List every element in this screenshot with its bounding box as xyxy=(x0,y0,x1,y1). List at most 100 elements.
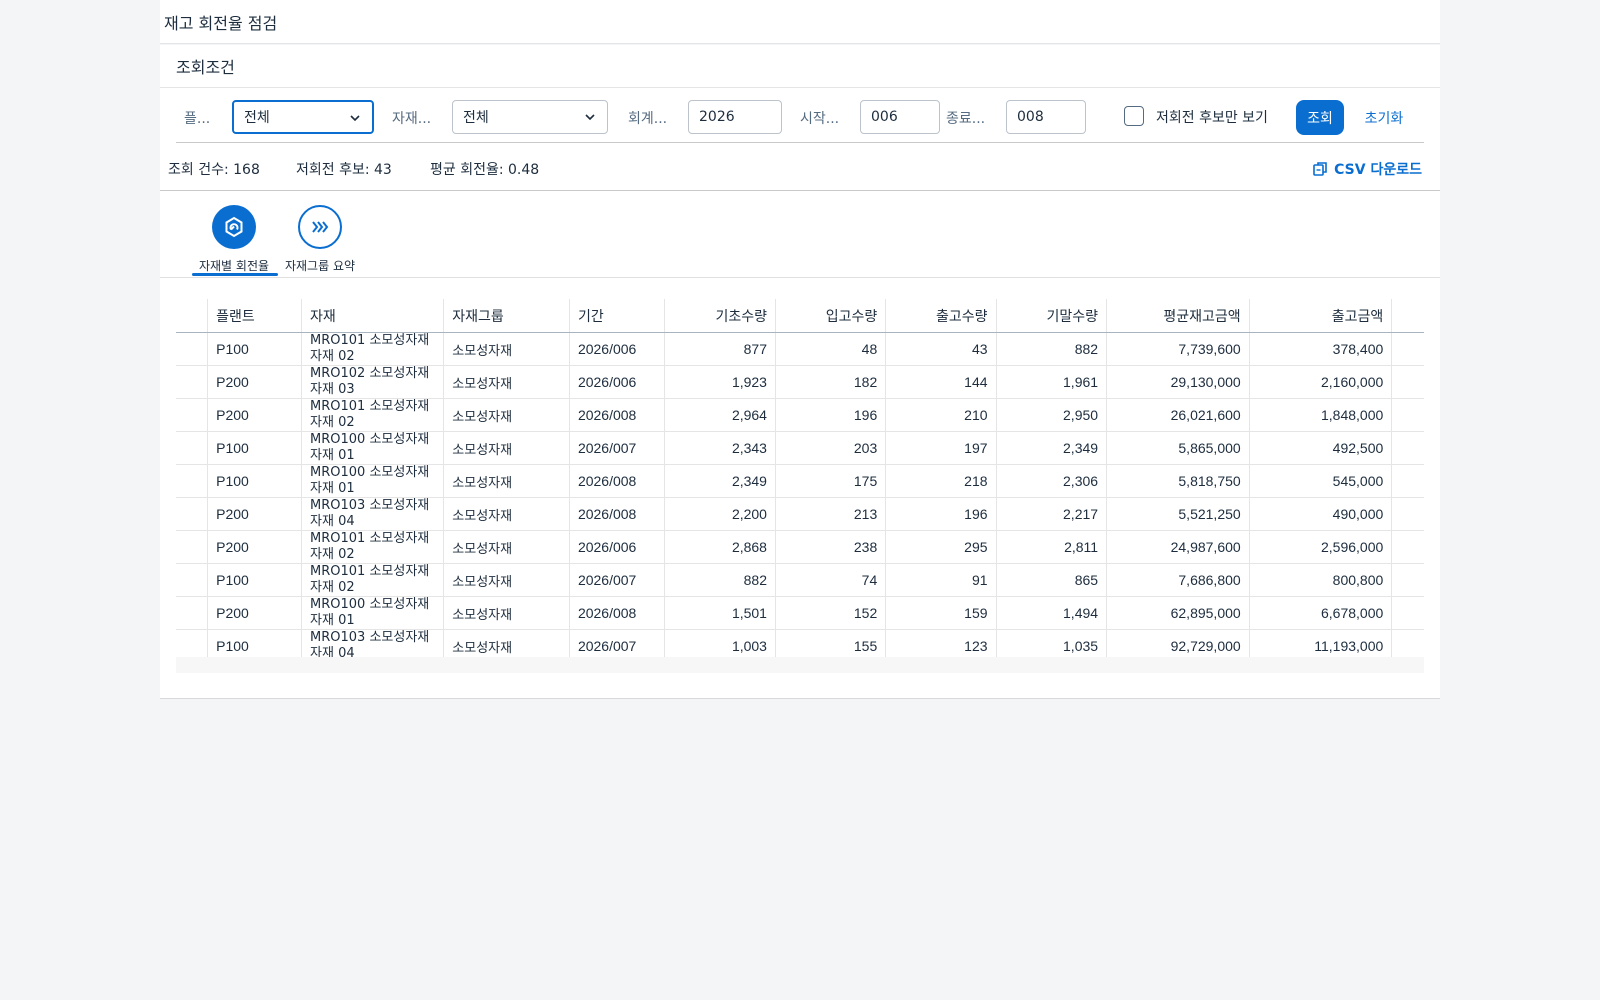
table-cell: 5,521,250 xyxy=(1106,497,1250,531)
row-selector[interactable] xyxy=(176,365,209,399)
table-cell: 492,500 xyxy=(1249,431,1393,465)
table-cell: MRO101 소모성자재 자재 02 xyxy=(301,563,445,597)
column-header[interactable]: 평균재고금액 xyxy=(1106,299,1250,333)
table-cell: 882 xyxy=(996,332,1108,366)
column-header[interactable]: 기초수량 xyxy=(664,299,776,333)
tab-bar: 자재별 회전율 자재그룹 요약 xyxy=(160,191,1440,278)
scrollbar-spacer xyxy=(1391,365,1424,399)
scrollbar-spacer xyxy=(1391,464,1424,498)
row-selector[interactable] xyxy=(176,464,209,498)
table-cell: 2,343 xyxy=(664,431,776,465)
scrollbar-spacer xyxy=(1391,299,1424,333)
table-cell: P100 xyxy=(207,464,303,498)
column-header[interactable]: 플랜트 xyxy=(207,299,303,333)
row-selector[interactable] xyxy=(176,563,209,597)
table-header-row: 플랜트 자재 자재그룹 기간 기초수량 입고수량 출고수량 기말수량 평균재고금… xyxy=(176,299,1424,333)
table-cell: 1,494 xyxy=(996,596,1108,630)
column-header[interactable]: 기간 xyxy=(569,299,666,333)
table-row[interactable]: P100 MRO100 소모성자재 자재 01 소모성자재 2026/007 2,343… xyxy=(176,431,1424,465)
tab-material-turnover[interactable]: 자재별 회전율 xyxy=(192,205,276,274)
table-cell: 소모성자재 xyxy=(443,563,570,597)
row-selector[interactable] xyxy=(176,530,209,564)
scrollbar-spacer xyxy=(1391,398,1424,432)
table-cell: 5,865,000 xyxy=(1106,431,1250,465)
table-cell: 74 xyxy=(775,563,887,597)
column-header[interactable]: 자재 xyxy=(301,299,445,333)
table-cell: 213 xyxy=(775,497,887,531)
column-header[interactable]: 입고수량 xyxy=(775,299,887,333)
low-turnover-count: 저회전 후보: 43 xyxy=(296,162,392,178)
row-selector[interactable] xyxy=(176,431,209,465)
matgroup-label: 자재... xyxy=(392,111,432,127)
table-cell: 218 xyxy=(885,464,997,498)
scrollbar-spacer xyxy=(1391,530,1424,564)
table-cell: 210 xyxy=(885,398,997,432)
tab-group-summary[interactable]: 자재그룹 요약 xyxy=(278,205,362,274)
content-card: 조회조건 플... 전체 자재... 전체 회계... 2026 시작... 0… xyxy=(160,45,1440,699)
table-cell: 238 xyxy=(775,530,887,564)
table-cell: 소모성자재 xyxy=(443,398,570,432)
column-header[interactable]: 출고금액 xyxy=(1249,299,1393,333)
filter-bar: 플... 전체 자재... 전체 회계... 2026 시작... 006 종료… xyxy=(176,88,1424,143)
table-cell: 2026/008 xyxy=(569,464,666,498)
table-cell: 43 xyxy=(885,332,997,366)
table-cell: P200 xyxy=(207,596,303,630)
table-row[interactable]: P200 MRO100 소모성자재 자재 01 소모성자재 2026/008 1,501… xyxy=(176,596,1424,630)
tab-group-summary-label: 자재그룹 요약 xyxy=(284,259,356,273)
fiscal-year-input[interactable]: 2026 xyxy=(688,100,782,134)
table-cell: MRO101 소모성자재 자재 02 xyxy=(301,332,445,366)
table-cell: 144 xyxy=(885,365,997,399)
low-turnover-checkbox[interactable] xyxy=(1124,106,1144,126)
table-cell: 2,868 xyxy=(664,530,776,564)
table-cell: MRO100 소모성자재 자재 01 xyxy=(301,431,445,465)
table-cell: 소모성자재 xyxy=(443,431,570,465)
row-selector[interactable] xyxy=(176,596,209,630)
table-cell: 소모성자재 xyxy=(443,596,570,630)
table-cell: 1,501 xyxy=(664,596,776,630)
low-turnover-checkbox-label[interactable]: 저회전 후보만 보기 xyxy=(1156,107,1268,127)
average-turnover: 평균 회전율: 0.48 xyxy=(430,162,540,178)
plant-select[interactable]: 전체 xyxy=(232,100,374,134)
table-cell: MRO101 소모성자재 자재 02 xyxy=(301,398,445,432)
scrollbar-spacer xyxy=(1391,497,1424,531)
table-cell: 7,686,800 xyxy=(1106,563,1250,597)
row-selector-header[interactable] xyxy=(176,299,209,333)
table-cell: 소모성자재 xyxy=(443,464,570,498)
table-row[interactable]: P100 MRO101 소모성자재 자재 02 소모성자재 2026/007 882 74… xyxy=(176,563,1424,597)
row-selector[interactable] xyxy=(176,398,209,432)
csv-download-button[interactable]: CSV 다운로드 xyxy=(1312,159,1422,179)
table-row[interactable]: P200 MRO102 소모성자재 자재 03 소모성자재 2026/006 1,923… xyxy=(176,365,1424,399)
matgroup-select[interactable]: 전체 xyxy=(452,100,608,134)
scrollbar-spacer xyxy=(1391,596,1424,630)
table-cell: 소모성자재 xyxy=(443,332,570,366)
column-header[interactable]: 자재그룹 xyxy=(443,299,570,333)
start-period-input[interactable]: 006 xyxy=(860,100,940,134)
row-selector[interactable] xyxy=(176,332,209,366)
table-row[interactable]: P200 MRO101 소모성자재 자재 02 소모성자재 2026/008 2,964… xyxy=(176,398,1424,432)
table-cell: 91 xyxy=(885,563,997,597)
table-row[interactable]: P200 MRO101 소모성자재 자재 02 소모성자재 2026/006 2,868… xyxy=(176,530,1424,564)
export-icon xyxy=(1313,162,1327,176)
table-cell: 2,306 xyxy=(996,464,1108,498)
table-row[interactable]: P100 MRO101 소모성자재 자재 02 소모성자재 2026/006 877 48… xyxy=(176,332,1424,366)
row-selector[interactable] xyxy=(176,497,209,531)
table-row[interactable]: P100 MRO100 소모성자재 자재 01 소모성자재 2026/008 2,349… xyxy=(176,464,1424,498)
table-row[interactable]: P200 MRO103 소모성자재 자재 04 소모성자재 2026/008 2,200… xyxy=(176,497,1424,531)
start-period-value: 006 xyxy=(871,109,898,125)
end-period-input[interactable]: 008 xyxy=(1006,100,1086,134)
search-button[interactable]: 조회 xyxy=(1296,100,1344,135)
table-cell: 2026/007 xyxy=(569,431,666,465)
table-cell: 2,217 xyxy=(996,497,1108,531)
table-cell: MRO101 소모성자재 자재 02 xyxy=(301,530,445,564)
table-cell: 2,200 xyxy=(664,497,776,531)
table-cell: 295 xyxy=(885,530,997,564)
column-header[interactable]: 기말수량 xyxy=(996,299,1108,333)
material-turnover-icon xyxy=(212,205,256,249)
result-count: 조회 건수: 168 xyxy=(168,162,260,178)
table-cell: 865 xyxy=(996,563,1108,597)
column-header[interactable]: 출고수량 xyxy=(885,299,997,333)
reset-button[interactable]: 초기화 xyxy=(1354,100,1414,135)
table-cell: 175 xyxy=(775,464,887,498)
table-cell: 48 xyxy=(775,332,887,366)
csv-download-label: CSV 다운로드 xyxy=(1334,162,1422,178)
